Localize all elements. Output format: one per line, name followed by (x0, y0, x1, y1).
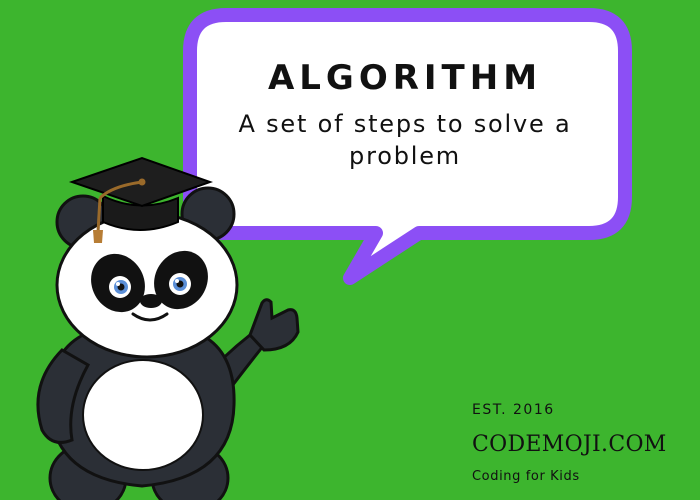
panda-belly (82, 359, 204, 471)
brand-site-name: CODEMOJI.COM (472, 432, 667, 457)
panda-nose (140, 294, 162, 308)
established-year: EST. 2016 (472, 402, 555, 418)
panda-left-eye (109, 276, 131, 298)
poster: ALGORITHM A set of steps to solve a prob… (0, 0, 700, 500)
panda-head (55, 211, 239, 359)
brand-tagline: Coding for Kids (472, 469, 580, 484)
panda-right-eye (169, 273, 191, 295)
graduation-cap-tassel (93, 230, 103, 243)
brand-block: EST. 2016 CODEMOJI.COM Coding for Kids (472, 400, 696, 488)
